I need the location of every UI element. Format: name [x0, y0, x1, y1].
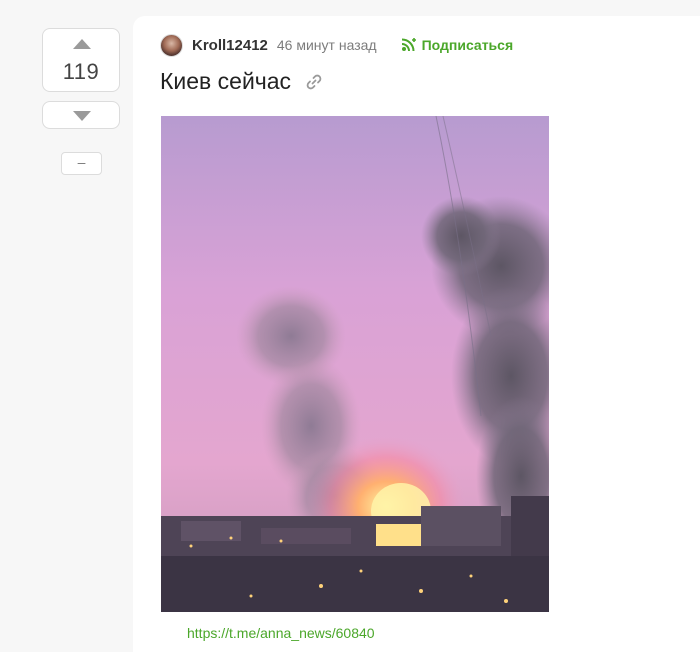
source-link[interactable]: https://t.me/anna_news/60840 [187, 625, 375, 641]
avatar[interactable] [160, 33, 183, 57]
post-photo[interactable] [161, 116, 549, 612]
collapse-button[interactable]: – [61, 152, 102, 175]
fire-scene-image [161, 116, 549, 612]
subscribe-icon [401, 38, 416, 52]
post-title-row: Киев сейчас [160, 68, 323, 95]
arrow-down-icon [73, 111, 91, 121]
page: 119 – Kroll12412 46 минут назад Подписат… [0, 0, 700, 652]
vote-panel: 119 [42, 28, 120, 92]
downvote-button[interactable] [42, 101, 120, 129]
author-name[interactable]: Kroll12412 [192, 37, 268, 54]
subscribe-button[interactable]: Подписаться [401, 37, 514, 53]
vote-count: 119 [62, 59, 100, 84]
link-icon[interactable] [305, 73, 323, 91]
subscribe-label: Подписаться [421, 37, 514, 53]
post-card: Kroll12412 46 минут назад Подписаться Ки… [133, 16, 700, 652]
arrow-up-icon[interactable] [73, 39, 91, 49]
post-time: 46 минут назад [276, 37, 377, 53]
post-header: Kroll12412 46 минут назад Подписаться [160, 33, 513, 57]
post-title[interactable]: Киев сейчас [160, 68, 291, 95]
